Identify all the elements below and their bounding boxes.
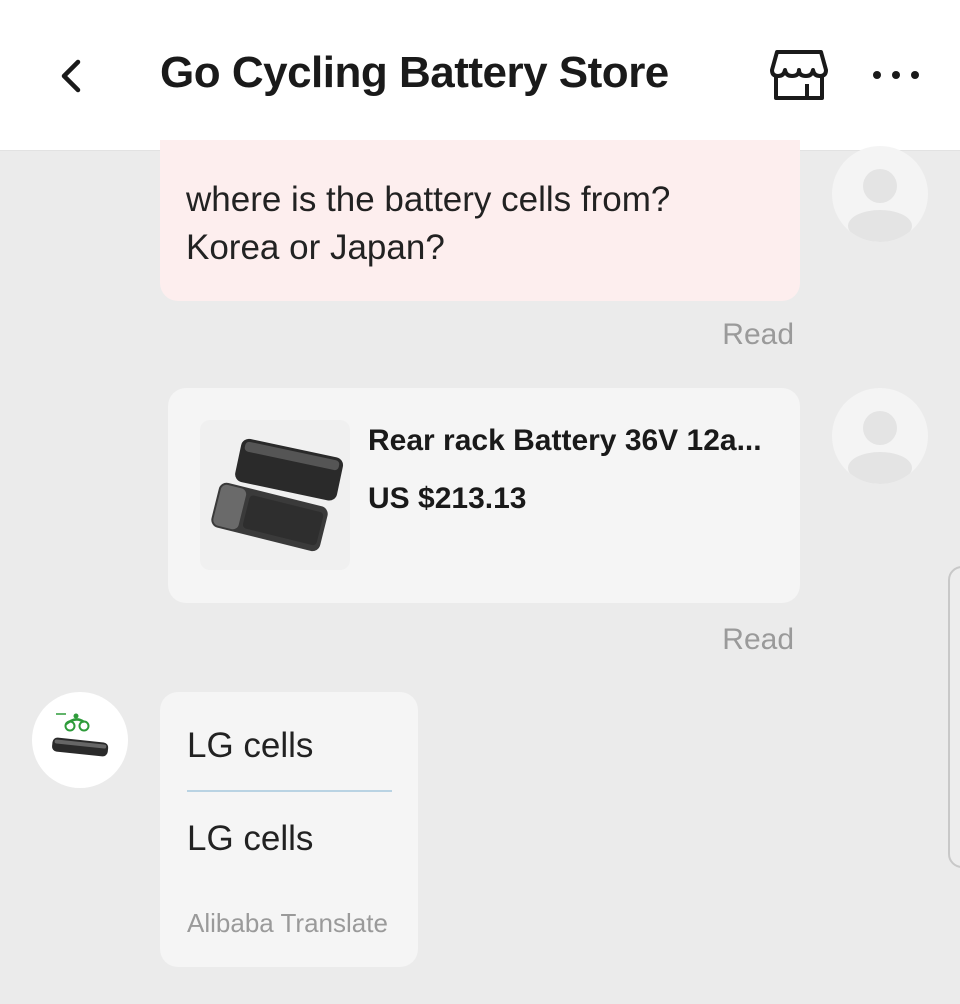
message-line: where is the battery cells from? [186, 180, 671, 219]
user-avatar[interactable] [832, 146, 928, 242]
page-title: Go Cycling Battery Store [160, 48, 669, 97]
product-title: Rear rack Battery 36V 12a... [368, 424, 762, 457]
chat-header: Go Cycling Battery Store [0, 0, 960, 151]
read-receipt: Read [722, 318, 794, 351]
scroll-handle[interactable] [948, 566, 960, 868]
user-silhouette-icon [848, 411, 912, 484]
translation-source-label: Alibaba Translate [187, 908, 388, 938]
user-silhouette-icon [848, 169, 912, 242]
translation-divider [187, 790, 392, 792]
store-avatar[interactable] [32, 692, 128, 788]
store-icon [770, 50, 828, 100]
incoming-message-bubble[interactable]: LG cells LG cells Alibaba Translate [160, 692, 418, 967]
message-original-text: LG cells [187, 726, 314, 765]
back-button[interactable] [50, 52, 94, 100]
store-logo-icon [52, 713, 109, 757]
more-options-button[interactable] [866, 58, 926, 92]
more-horizontal-icon [873, 71, 919, 79]
product-card[interactable]: Rear rack Battery 36V 12a... US $213.13 [168, 388, 800, 603]
outgoing-message-bubble[interactable]: where is the battery cells from? Korea o… [160, 140, 800, 301]
product-image [200, 420, 350, 570]
user-avatar[interactable] [832, 388, 928, 484]
store-button[interactable] [768, 46, 830, 104]
read-receipt: Read [722, 623, 794, 656]
product-price: US $213.13 [368, 482, 527, 515]
message-line: Korea or Japan? [186, 228, 445, 267]
chevron-left-icon [61, 59, 81, 93]
message-translated-text: LG cells [187, 819, 314, 858]
battery-product-image [211, 438, 344, 552]
